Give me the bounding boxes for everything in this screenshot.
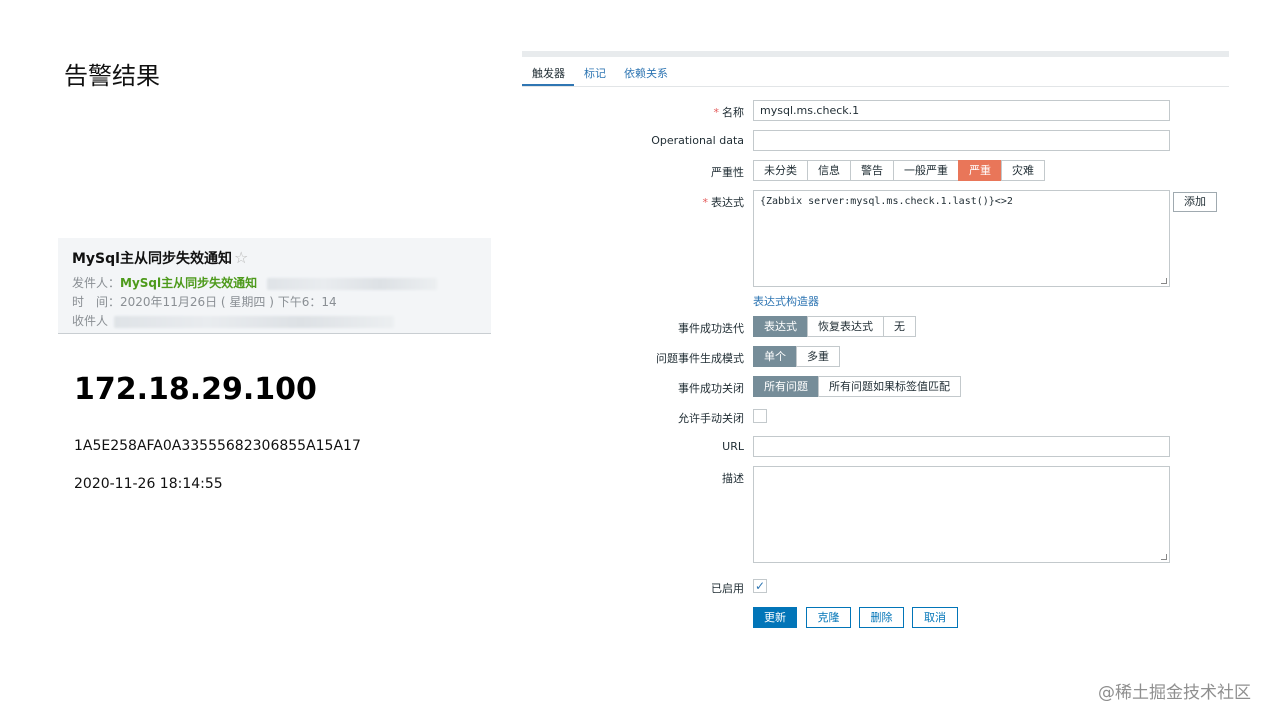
required-marker: *	[713, 106, 720, 119]
email-subject: MySql主从同步失效通知 ☆	[72, 248, 248, 268]
severity-selector: 未分类 信息 警告 一般严重 严重 灾难	[753, 160, 1045, 181]
severity-average[interactable]: 一般严重	[893, 160, 959, 181]
ok-event-generation-selector: 表达式 恢复表达式 无	[753, 316, 916, 337]
trigger-tabs: 触发器 标记 依赖关系	[522, 58, 1229, 87]
active-tab-indicator	[522, 84, 574, 86]
severity-information[interactable]: 信息	[807, 160, 851, 181]
add-expression-button[interactable]: 添加	[1173, 192, 1217, 212]
delete-button[interactable]: 删除	[859, 607, 904, 628]
problem-mode-label: 问题事件生成模式	[656, 352, 744, 365]
resize-handle-icon[interactable]	[1161, 554, 1167, 560]
manual-close-label: 允许手动关闭	[678, 412, 744, 425]
required-marker: *	[702, 196, 709, 209]
email-time-row: 时 间：2020年11月26日 ( 星期四 ) 下午6：14	[72, 293, 337, 310]
problem-mode-selector: 单个 多重	[753, 346, 840, 367]
sender-label: 发件人：	[72, 276, 121, 290]
name-label: * 名称	[713, 106, 745, 119]
tab-dependencies[interactable]: 依赖关系	[624, 65, 668, 81]
redacted-recipient	[113, 315, 394, 328]
alert-event-hash: 1A5E258AFA0A33555682306855A15A17	[74, 438, 361, 454]
severity-not-classified[interactable]: 未分类	[753, 160, 808, 181]
url-label: URL	[722, 440, 744, 453]
enabled-checkbox[interactable]: ✓	[753, 579, 767, 593]
slide-title: 告警结果	[64, 62, 160, 90]
resize-handle-icon[interactable]	[1161, 278, 1167, 284]
expression-text: {Zabbix server:mysql.ms.check.1.last()}<…	[760, 196, 1013, 207]
severity-label: 严重性	[711, 166, 744, 179]
expression-builder-link[interactable]: 表达式构造器	[753, 293, 819, 309]
tab-tags[interactable]: 标记	[584, 65, 606, 81]
update-button[interactable]: 更新	[753, 607, 797, 628]
ok-event-none[interactable]: 无	[883, 316, 916, 337]
email-notification-card: MySql主从同步失效通知 ☆ 发件人：MySql主从同步失效通知 时 间：202…	[58, 238, 491, 334]
url-input[interactable]	[753, 436, 1170, 457]
form-top-bar	[522, 51, 1229, 57]
problem-mode-single[interactable]: 单个	[753, 346, 797, 367]
severity-high[interactable]: 严重	[958, 160, 1002, 181]
severity-warning[interactable]: 警告	[850, 160, 894, 181]
redacted-sender-address	[266, 277, 437, 290]
manual-close-checkbox[interactable]	[753, 409, 767, 423]
ok-closes-all-problems[interactable]: 所有问题	[753, 376, 819, 397]
ok-event-closes-label: 事件成功关闭	[678, 382, 744, 395]
email-recipient-row: 收件人	[72, 312, 394, 329]
watermark: @稀土掘金技术社区	[1098, 683, 1251, 703]
description-label: 描述	[722, 472, 744, 485]
time-value: 2020年11月26日 ( 星期四 ) 下午6：14	[120, 295, 337, 309]
email-subject-text: MySql主从同步失效通知	[72, 251, 232, 267]
description-textarea[interactable]	[753, 466, 1170, 563]
enabled-label: 已启用	[711, 582, 744, 595]
ok-event-closes-selector: 所有问题 所有问题如果标签值匹配	[753, 376, 961, 397]
severity-disaster[interactable]: 灾难	[1001, 160, 1045, 181]
alert-event-time: 2020-11-26 18:14:55	[74, 476, 223, 492]
name-input[interactable]: mysql.ms.check.1	[753, 100, 1170, 121]
alert-ip-address: 172.18.29.100	[74, 372, 317, 407]
problem-mode-multiple[interactable]: 多重	[796, 346, 840, 367]
ok-event-expression[interactable]: 表达式	[753, 316, 808, 337]
expression-label: * 表达式	[702, 196, 745, 209]
clone-button[interactable]: 克隆	[806, 607, 851, 628]
operational-data-label: Operational data	[651, 134, 744, 147]
recipient-label: 收件人	[72, 314, 109, 328]
time-label: 时 间：	[72, 295, 121, 309]
sender-name[interactable]: MySql主从同步失效通知	[120, 276, 257, 290]
ok-event-generation-label: 事件成功迭代	[678, 322, 744, 335]
cancel-button[interactable]: 取消	[912, 607, 958, 628]
email-sender-row: 发件人：MySql主从同步失效通知	[72, 274, 437, 291]
expression-textarea[interactable]: {Zabbix server:mysql.ms.check.1.last()}<…	[753, 190, 1170, 287]
ok-event-recovery-expression[interactable]: 恢复表达式	[807, 316, 884, 337]
ok-closes-tag-match[interactable]: 所有问题如果标签值匹配	[818, 376, 961, 397]
tab-trigger[interactable]: 触发器	[532, 65, 565, 81]
star-icon[interactable]: ☆	[234, 248, 248, 267]
operational-data-input[interactable]	[753, 130, 1170, 151]
checkmark-icon: ✓	[754, 579, 766, 593]
